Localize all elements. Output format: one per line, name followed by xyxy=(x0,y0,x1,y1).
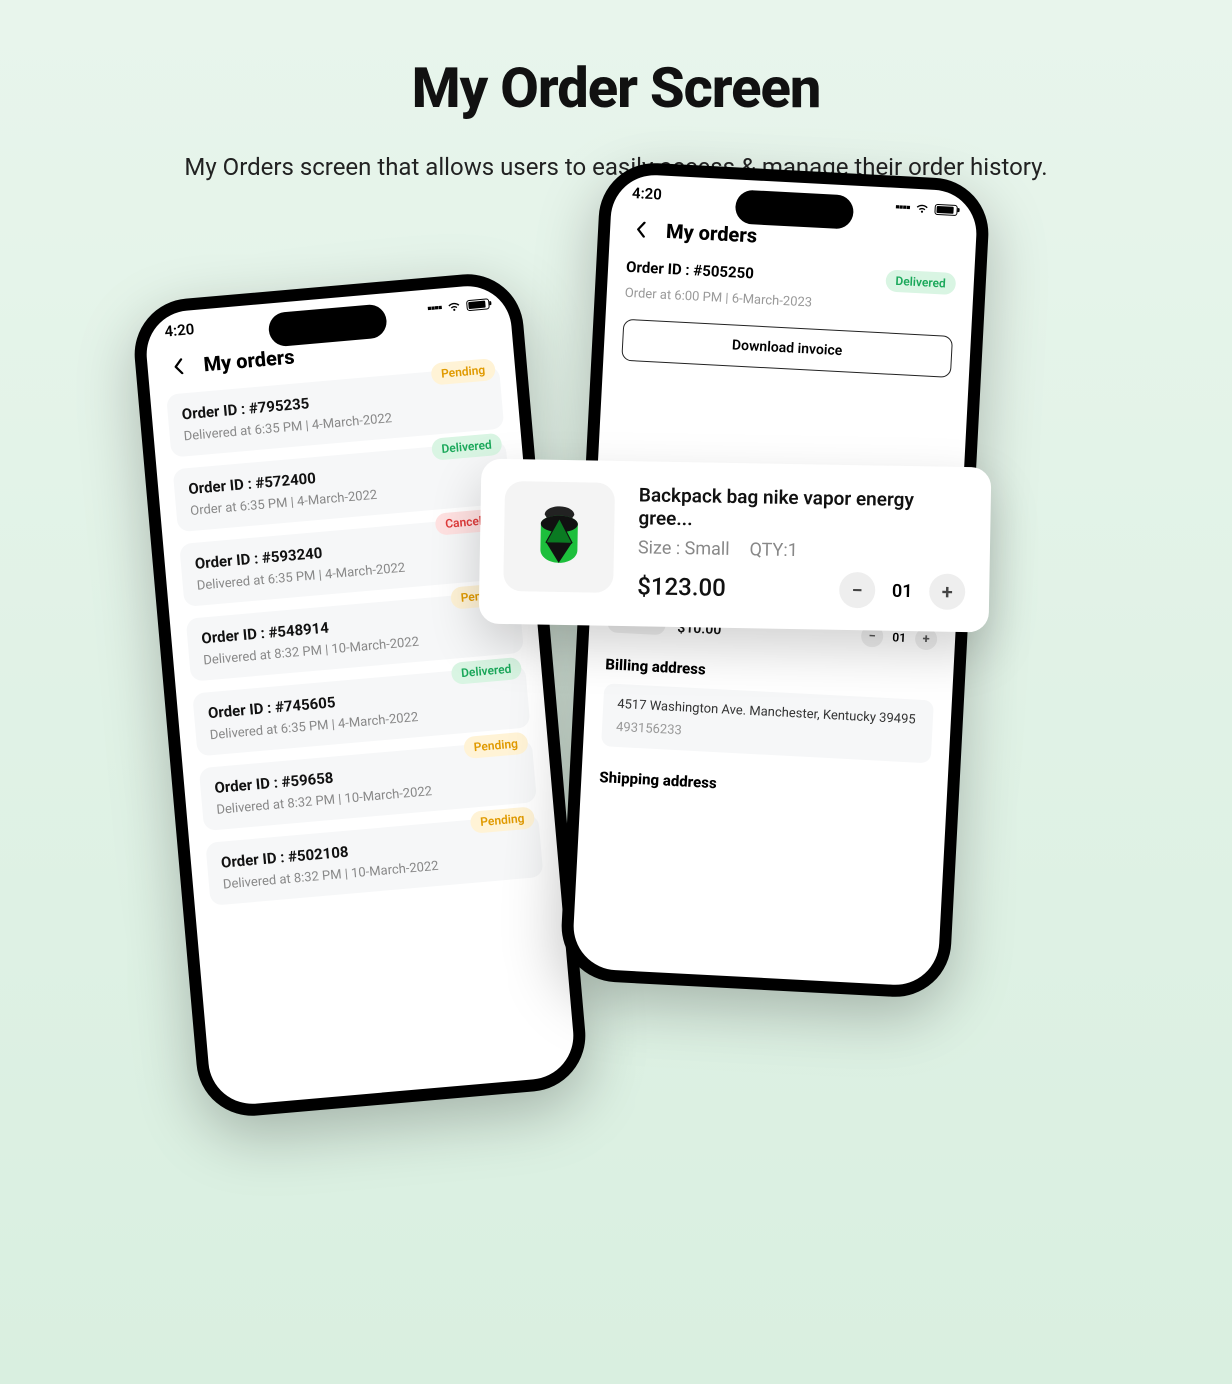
qty-value: 01 xyxy=(891,580,913,601)
item-size: Size : Small xyxy=(638,537,730,560)
status-badge: Delivered xyxy=(885,269,956,295)
status-time: 4:20 xyxy=(164,320,195,341)
chevron-left-icon xyxy=(172,358,185,375)
battery-icon xyxy=(466,298,490,311)
increment-button[interactable]: + xyxy=(929,573,966,610)
wifi-icon xyxy=(446,300,462,312)
qty-stepper: − 01 + xyxy=(839,572,966,610)
page-title: My orders xyxy=(665,219,757,248)
status-time: 4:20 xyxy=(632,184,663,204)
item-name: Backpack bag nike vapor energy gree... xyxy=(638,483,967,535)
item-thumbnail xyxy=(503,481,615,593)
battery-icon xyxy=(934,203,958,215)
signal-icon: ▪▪▪▪ xyxy=(895,199,910,216)
download-invoice-button[interactable]: Download invoice xyxy=(621,319,953,378)
page-title: My orders xyxy=(203,344,296,376)
backpack-icon xyxy=(521,499,596,574)
billing-address-box: 4517 Washington Ave. Manchester, Kentuck… xyxy=(601,683,934,763)
item-price: $123.00 xyxy=(637,572,726,602)
wifi-icon xyxy=(914,202,930,214)
signal-icon: ▪▪▪▪ xyxy=(426,299,442,316)
hero-title: My Order Screen xyxy=(0,0,1232,121)
shipping-address-title: Shipping address xyxy=(581,760,948,811)
chevron-left-icon xyxy=(635,221,648,238)
phone-order-list: 4:20 ▪▪▪▪ My orders Pending Order ID : #… xyxy=(130,270,590,1121)
back-button[interactable] xyxy=(165,352,193,380)
order-list: Pending Order ID : #795235 Delivered at … xyxy=(150,364,559,907)
decrement-button[interactable]: − xyxy=(839,572,876,609)
back-button[interactable] xyxy=(627,216,654,243)
order-id: Order ID : #505250 xyxy=(626,258,755,283)
order-card[interactable]: Pending Order ID : #502108 Delivered at … xyxy=(205,814,543,906)
item-qty-label: QTY:1 xyxy=(749,539,798,561)
qty-value: 01 xyxy=(891,630,908,645)
featured-item-card: Backpack bag nike vapor energy gree... S… xyxy=(479,459,992,633)
